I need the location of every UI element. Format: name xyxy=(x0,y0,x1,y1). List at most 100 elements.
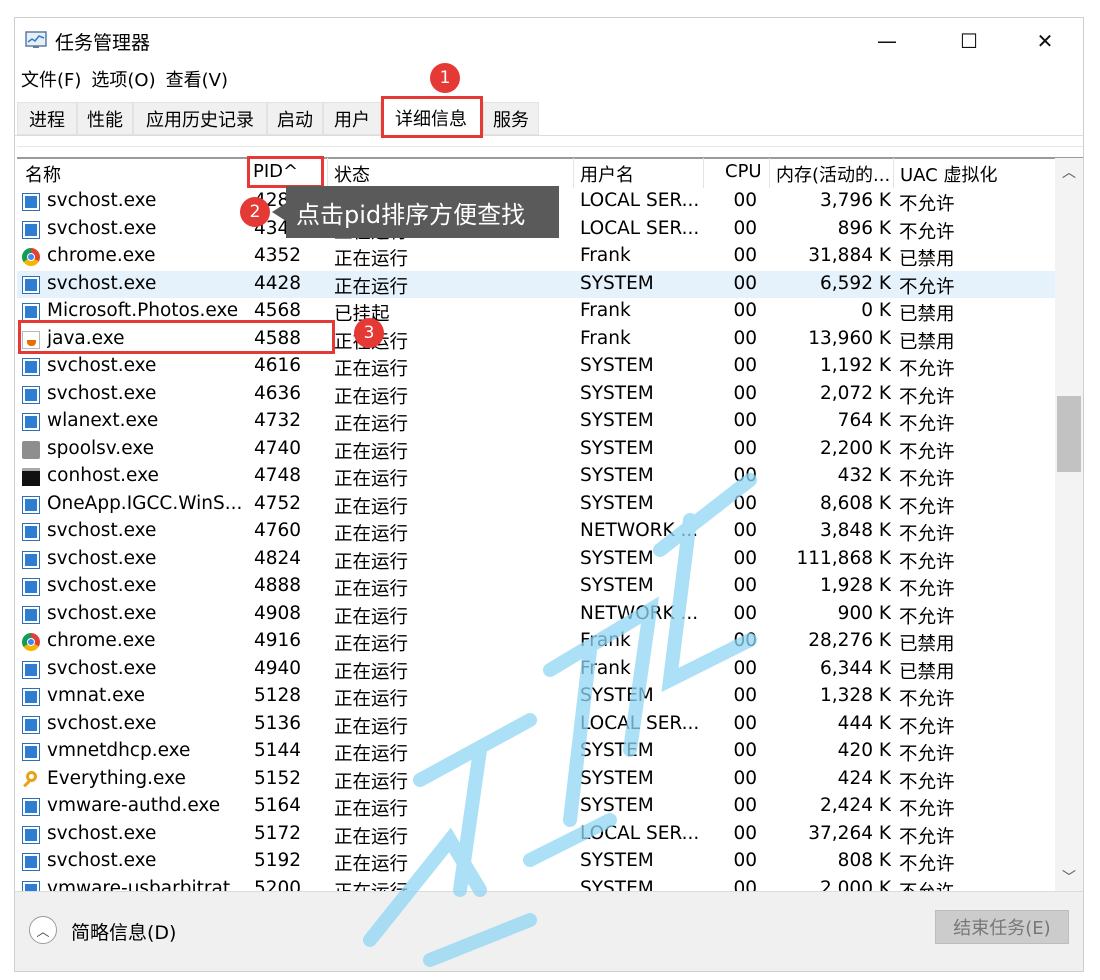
cpu-cell: 00 xyxy=(733,437,757,459)
username-cell: SYSTEM xyxy=(580,740,654,761)
process-name: conhost.exe xyxy=(47,465,159,486)
pid-cell: 4916 xyxy=(254,630,302,651)
uac-cell: 不允许 xyxy=(899,469,955,490)
menu-file[interactable]: 文件(F) xyxy=(21,66,81,92)
tab-users[interactable]: 用户 xyxy=(323,102,381,135)
uac-cell: 不允许 xyxy=(899,689,955,710)
fewer-details-link[interactable]: 简略信息(D) xyxy=(71,918,176,945)
username-cell: SYSTEM xyxy=(580,492,654,514)
table-row[interactable]: svchost.exe 4428 正在运行 SYSTEM 00 6,592 K 不允许 xyxy=(17,270,1055,298)
column-header-cpu[interactable]: CPU xyxy=(725,161,762,182)
memory-cell: 1,328 K xyxy=(820,685,891,706)
table-row[interactable]: chrome.exe 4352 正在运行 Frank 00 31,884 K 已禁用 xyxy=(17,243,1055,271)
pid-cell: 5144 xyxy=(254,740,302,761)
table-row[interactable]: vmware-authd.exe 5164 正在运行 SYSTEM 00 2,424 K 不… xyxy=(17,793,1055,821)
pid-cell: 4748 xyxy=(254,465,302,486)
tab-app-history[interactable]: 应用历史记录 xyxy=(133,102,267,135)
table-row[interactable]: Everything.exe 5152 正在运行 SYSTEM 00 424 K 不允许 xyxy=(17,766,1055,794)
close-button[interactable]: ✕ xyxy=(1015,24,1075,58)
uac-cell: 不允许 xyxy=(899,878,979,892)
vertical-scrollbar[interactable]: ︿ ﹀ xyxy=(1055,158,1083,891)
tab-services[interactable]: 服务 xyxy=(483,102,539,135)
service-icon xyxy=(22,358,40,376)
tab-processes[interactable]: 进程 xyxy=(17,102,77,135)
table-row[interactable]: conhost.exe 4748 正在运行 SYSTEM 00 432 K 不允许 xyxy=(17,463,1055,491)
table-row[interactable]: wlanext.exe 4732 正在运行 SYSTEM 00 764 K 不允许 xyxy=(17,408,1055,436)
table-row[interactable]: vmnetdhcp.exe 5144 正在运行 SYSTEM 00 420 K 不允许 xyxy=(17,738,1055,766)
maximize-button[interactable]: ☐ xyxy=(939,24,999,58)
memory-cell: 896 K xyxy=(837,217,891,239)
table-row[interactable]: svchost.exe 5192 正在运行 SYSTEM 00 808 K 不允许 xyxy=(17,848,1055,876)
tab-performance[interactable]: 性能 xyxy=(77,102,133,135)
status-cell: 正在运行 xyxy=(334,878,424,892)
uac-cell: 已禁用 xyxy=(899,249,955,270)
column-header-memory[interactable]: 内存(活动的... xyxy=(776,161,890,187)
cpu-cell: 00 xyxy=(733,190,757,211)
uac-cell: 不允许 xyxy=(899,744,955,765)
menu-options[interactable]: 选项(O) xyxy=(91,66,155,92)
table-row[interactable]: svchost.exe 5172 正在运行 LOCAL SER... 00 37,264 … xyxy=(17,821,1055,849)
memory-cell: 0 K xyxy=(861,300,891,321)
service-icon xyxy=(22,193,40,211)
column-divider[interactable] xyxy=(573,158,574,188)
column-header-status[interactable]: 状态 xyxy=(334,161,370,187)
end-task-button[interactable]: 结束任务(E) xyxy=(935,910,1069,944)
table-row[interactable]: spoolsv.exe 4740 正在运行 SYSTEM 00 2,200 K 不允许 xyxy=(17,436,1055,464)
process-name: chrome.exe xyxy=(47,630,156,651)
tab-bar: 进程 性能 应用历史记录 启动 用户 详细信息 服务 xyxy=(17,98,1083,136)
table-row[interactable]: svchost.exe 4760 正在运行 NETWORK ... 00 3,848 K 不… xyxy=(17,518,1055,546)
chevron-up-icon[interactable]: ︿ xyxy=(29,916,57,944)
chrome-icon xyxy=(22,633,40,651)
memory-cell: 1,192 K xyxy=(820,355,891,376)
uac-cell: 不允许 xyxy=(899,799,955,820)
tab-startup[interactable]: 启动 xyxy=(267,102,323,135)
service-icon xyxy=(22,880,40,891)
memory-cell: 444 K xyxy=(837,712,891,734)
process-name: spoolsv.exe xyxy=(47,437,155,459)
process-name: vmnetdhcp.exe xyxy=(47,740,191,761)
uac-cell: 不允许 xyxy=(899,826,955,848)
menu-view[interactable]: 查看(V) xyxy=(166,66,228,92)
table-row[interactable]: svchost.exe 4636 正在运行 SYSTEM 00 2,072 K 不允许 xyxy=(17,381,1055,409)
username-cell: SYSTEM xyxy=(580,685,654,706)
table-row[interactable]: OneApp.IGCC.WinS... 4752 正在运行 SYSTEM 00 8,608… xyxy=(17,491,1055,519)
console-icon xyxy=(22,468,40,486)
pid-cell: 4888 xyxy=(254,575,302,596)
column-header-uac[interactable]: UAC 虚拟化 xyxy=(900,161,997,187)
scroll-up-icon[interactable]: ︿ xyxy=(1055,158,1083,186)
table-row[interactable]: vmnat.exe 5128 正在运行 SYSTEM 00 1,328 K 不允许 xyxy=(17,683,1055,711)
scroll-down-icon[interactable]: ﹀ xyxy=(1055,863,1083,891)
cpu-cell: 00 xyxy=(733,217,757,239)
process-name: svchost.exe xyxy=(47,602,157,624)
cpu-cell: 00 xyxy=(733,520,757,541)
process-name: svchost.exe xyxy=(47,547,157,569)
process-name: svchost.exe xyxy=(47,657,157,679)
table-row[interactable]: svchost.exe 4908 正在运行 NETWORK ... 00 900 K 不允许 xyxy=(17,601,1055,629)
cpu-cell: 00 xyxy=(733,465,757,486)
username-cell: SYSTEM xyxy=(580,795,654,816)
column-divider[interactable] xyxy=(893,158,894,188)
table-row[interactable]: svchost.exe 5136 正在运行 LOCAL SER... 00 444 K 不允… xyxy=(17,711,1055,739)
username-cell: SYSTEM xyxy=(580,465,654,486)
column-header-username[interactable]: 用户名 xyxy=(580,161,634,187)
minimize-button[interactable]: — xyxy=(857,24,917,58)
cpu-cell: 00 xyxy=(733,822,757,844)
column-divider[interactable] xyxy=(703,158,704,188)
column-divider[interactable] xyxy=(327,158,328,188)
process-name: svchost.exe xyxy=(47,190,157,211)
table-row[interactable]: svchost.exe 4940 正在运行 Frank 00 6,344 K 已禁用 xyxy=(17,656,1055,684)
task-manager-icon xyxy=(25,31,47,48)
scroll-thumb[interactable] xyxy=(1057,396,1081,472)
column-header-name[interactable]: 名称 xyxy=(25,161,61,187)
cpu-cell: 00 xyxy=(733,630,757,651)
pid-cell: 4940 xyxy=(254,657,302,679)
table-row[interactable]: svchost.exe 4616 正在运行 SYSTEM 00 1,192 K 不允许 xyxy=(17,353,1055,381)
service-icon xyxy=(22,688,40,706)
table-row[interactable]: svchost.exe 4888 正在运行 SYSTEM 00 1,928 K 不允许 xyxy=(17,573,1055,601)
table-row[interactable]: svchost.exe 4824 正在运行 SYSTEM 00 111,868 K 不允许 xyxy=(17,546,1055,574)
column-divider[interactable] xyxy=(769,158,770,188)
table-row[interactable]: chrome.exe 4916 正在运行 Frank 00 28,276 K 已禁用 xyxy=(17,628,1055,656)
pid-cell: 4740 xyxy=(254,437,302,459)
table-row[interactable]: vmware-usbarbitrat... 5200 正在运行 SYSTEM 00 2,0… xyxy=(17,876,1055,892)
service-icon xyxy=(22,220,40,239)
